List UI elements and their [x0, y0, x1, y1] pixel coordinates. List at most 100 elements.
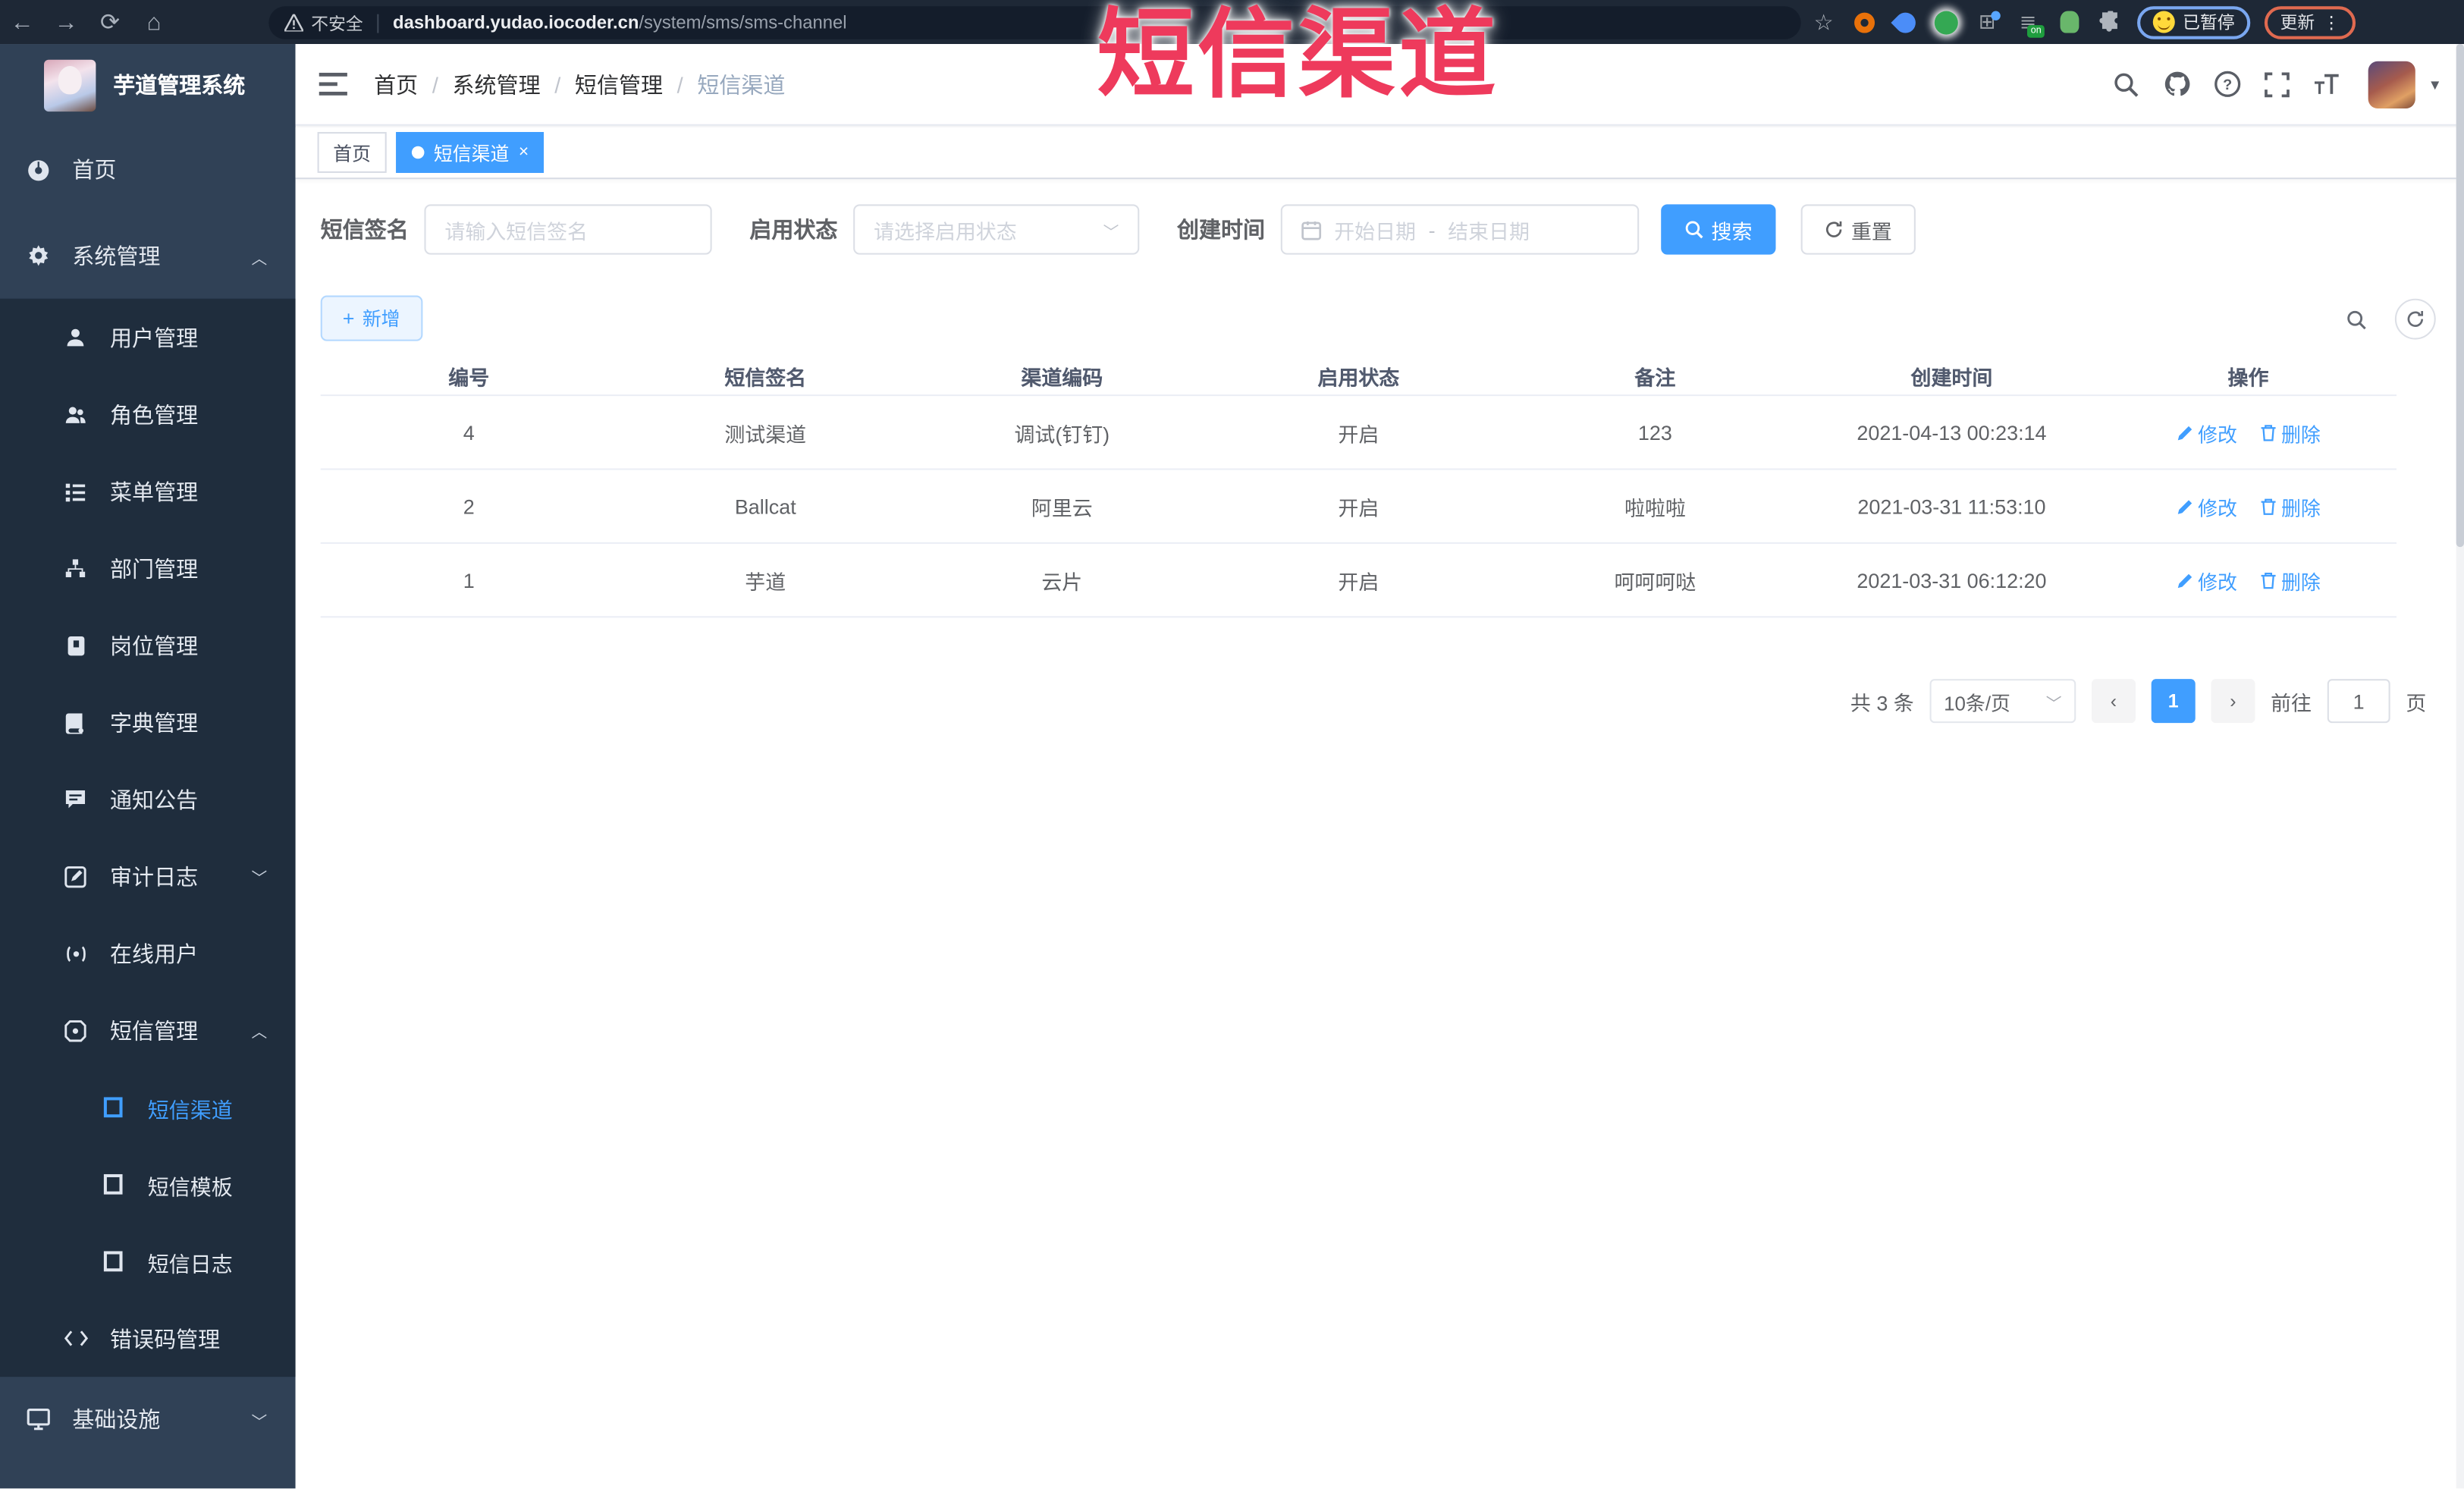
search-button[interactable]: 搜索 — [1661, 204, 1776, 255]
url-domain: dashboard.yudao.iocoder.cn — [393, 13, 639, 33]
edit-link[interactable]: 修改 — [2176, 417, 2237, 447]
sidebar-item-label: 基础设施 — [72, 1406, 161, 1432]
delete-link[interactable]: 删除 — [2259, 565, 2321, 595]
tab-home[interactable]: 首页 — [317, 132, 387, 173]
sidebar-item-role[interactable]: 角色管理 — [0, 375, 296, 453]
cell-status: 开启 — [1338, 422, 1380, 446]
breadcrumb-separator: / — [554, 71, 561, 97]
breadcrumb-system[interactable]: 系统管理 — [453, 68, 541, 99]
sidebar-toggle-icon[interactable] — [314, 65, 352, 103]
tab-label: 短信渠道 — [433, 142, 510, 165]
browser-update-chip[interactable]: 更新 ⋮ — [2264, 5, 2356, 39]
delete-link[interactable]: 删除 — [2259, 417, 2321, 447]
sidebar-item-dict[interactable]: 字典管理 — [0, 683, 296, 761]
sidebar-item-sms-log[interactable]: 短信日志 — [0, 1223, 296, 1300]
app-logo-row[interactable]: 芋道管理系统 — [0, 44, 296, 126]
tab-close-icon[interactable]: × — [519, 143, 529, 162]
sidebar-item-sms[interactable]: 短信管理 ︿ — [0, 991, 296, 1069]
status-select[interactable]: 请选择启用状态 ﹀ — [853, 204, 1140, 255]
sidebar-item-audit[interactable]: 审计日志 ﹀ — [0, 837, 296, 915]
toggle-search-icon[interactable] — [2335, 299, 2376, 340]
help-question-icon[interactable]: ? — [2202, 59, 2252, 109]
pagination: 共 3 条 10条/页 ﹀ ‹ 1 › 前往 1 页 — [1850, 679, 2427, 724]
extension-grid-icon[interactable]: ⊞ — [1974, 8, 2001, 35]
edit-link[interactable]: 修改 — [2176, 565, 2237, 595]
sidebar-item-sms-template[interactable]: 短信模板 — [0, 1146, 296, 1224]
bookmark-star-icon[interactable]: ☆ — [1810, 8, 1837, 35]
cell-remark: 123 — [1637, 420, 1672, 445]
goto-page-input[interactable]: 1 — [2327, 679, 2390, 724]
sidebar-item-errcode[interactable]: 错误码管理 — [0, 1300, 296, 1377]
extensions-puzzle-icon[interactable] — [2096, 8, 2123, 35]
sidebar-item-sms-channel[interactable]: 短信渠道 — [0, 1069, 296, 1146]
status-placeholder: 请选择启用状态 — [874, 219, 1017, 243]
sidebar-item-menu[interactable]: 菜单管理 — [0, 453, 296, 530]
cell-remark: 呵呵呵哒 — [1614, 570, 1697, 594]
sidebar-item-online[interactable]: 在线用户 — [0, 915, 296, 992]
browser-home-icon[interactable]: ⌂ — [132, 3, 176, 41]
sidebar-item-infra[interactable]: 基础设施 ﹀ — [0, 1377, 296, 1462]
extension-green-circle-icon[interactable] — [1933, 8, 1960, 35]
cell-sign: 芋道 — [745, 570, 786, 594]
extension-orange-icon[interactable] — [1851, 8, 1878, 35]
sidebar-item-system[interactable]: 系统管理 ︿ — [0, 214, 296, 299]
extension-mascot-icon[interactable] — [2055, 8, 2082, 35]
cell-status: 开启 — [1338, 495, 1380, 520]
extension-list-icon[interactable]: ≣ on — [2014, 8, 2045, 37]
github-icon[interactable] — [2152, 59, 2202, 109]
breadcrumb-current: 短信渠道 — [697, 71, 786, 97]
sidebar: 芋道管理系统 首页 系统管理 ︿ 用户管理 角色管理 菜单管理 部门管理 岗位管… — [0, 44, 296, 1489]
browser-menu-kebab-icon[interactable]: ⋮ — [2323, 12, 2340, 33]
browser-extensions-area: ☆ ⊞ ≣ on 已暂停 更新 ⋮ — [1810, 0, 2356, 44]
sidebar-item-user[interactable]: 用户管理 — [0, 299, 296, 376]
dashboard-icon — [25, 157, 50, 182]
fullscreen-icon[interactable] — [2252, 59, 2302, 109]
warning-icon — [284, 14, 303, 32]
delete-label: 删除 — [2281, 497, 2321, 520]
sidebar-item-notice[interactable]: 通知公告 — [0, 761, 296, 838]
chevron-down-icon: ﹀ — [1103, 224, 1119, 242]
url-path: /system/sms/sms-channel — [639, 13, 847, 33]
list-icon — [63, 479, 88, 504]
next-page-button[interactable]: › — [2211, 679, 2255, 724]
page-1-button[interactable]: 1 — [2151, 679, 2196, 724]
extension-blue-icon[interactable] — [1891, 7, 1920, 37]
reset-button[interactable]: 重置 — [1800, 204, 1916, 255]
profile-paused-chip[interactable]: 已暂停 — [2137, 5, 2251, 39]
font-size-icon[interactable] — [2302, 59, 2353, 109]
breadcrumb-sms[interactable]: 短信管理 — [575, 68, 663, 99]
sidebar-item-dept[interactable]: 部门管理 — [0, 529, 296, 607]
tab-sms-channel[interactable]: 短信渠道 × — [396, 132, 545, 173]
date-range-picker[interactable]: 开始日期 - 结束日期 — [1280, 204, 1640, 255]
chevron-up-icon: ︿ — [251, 1025, 268, 1042]
sidebar-item-label: 首页 — [72, 157, 117, 183]
page-size-select[interactable]: 10条/页 ﹀ — [1929, 679, 2076, 724]
header-search-icon[interactable] — [2101, 59, 2152, 109]
browser-back-icon[interactable]: ← — [0, 3, 44, 41]
sign-input[interactable]: 请输入短信签名 — [424, 204, 712, 255]
delete-link[interactable]: 删除 — [2259, 492, 2321, 521]
browser-reload-icon[interactable]: ⟳ — [88, 3, 132, 41]
user-avatar[interactable] — [2368, 60, 2415, 108]
sidebar-item-label: 通知公告 — [110, 787, 199, 812]
scrollbar-thumb[interactable] — [2456, 44, 2464, 548]
sidebar-item-label: 字典管理 — [110, 709, 199, 735]
edit-label: 修改 — [2198, 571, 2237, 594]
security-warning[interactable]: 不安全 — [284, 10, 363, 35]
sidebar-item-post[interactable]: 岗位管理 — [0, 607, 296, 684]
column-header: 创建时间 — [1910, 366, 1993, 390]
edit-link[interactable]: 修改 — [2176, 492, 2237, 521]
add-button[interactable]: + 新增 — [320, 295, 422, 341]
avatar-caret-icon[interactable]: ▼ — [2428, 76, 2442, 92]
browser-forward-icon[interactable]: → — [44, 3, 88, 41]
address-bar[interactable]: 不安全 dashboard.yudao.iocoder.cn/system/sm… — [268, 6, 1801, 39]
page-scrollbar[interactable] — [2456, 44, 2464, 1489]
sidebar-item-home[interactable]: 首页 — [0, 126, 296, 214]
square-icon — [101, 1172, 126, 1197]
prev-page-button[interactable]: ‹ — [2091, 679, 2136, 724]
breadcrumb-home[interactable]: 首页 — [374, 68, 418, 99]
page-unit-label: 页 — [2406, 690, 2427, 715]
search-button-label: 搜索 — [1711, 219, 1753, 243]
active-tab-dot — [411, 146, 425, 159]
refresh-table-icon[interactable] — [2394, 298, 2436, 340]
